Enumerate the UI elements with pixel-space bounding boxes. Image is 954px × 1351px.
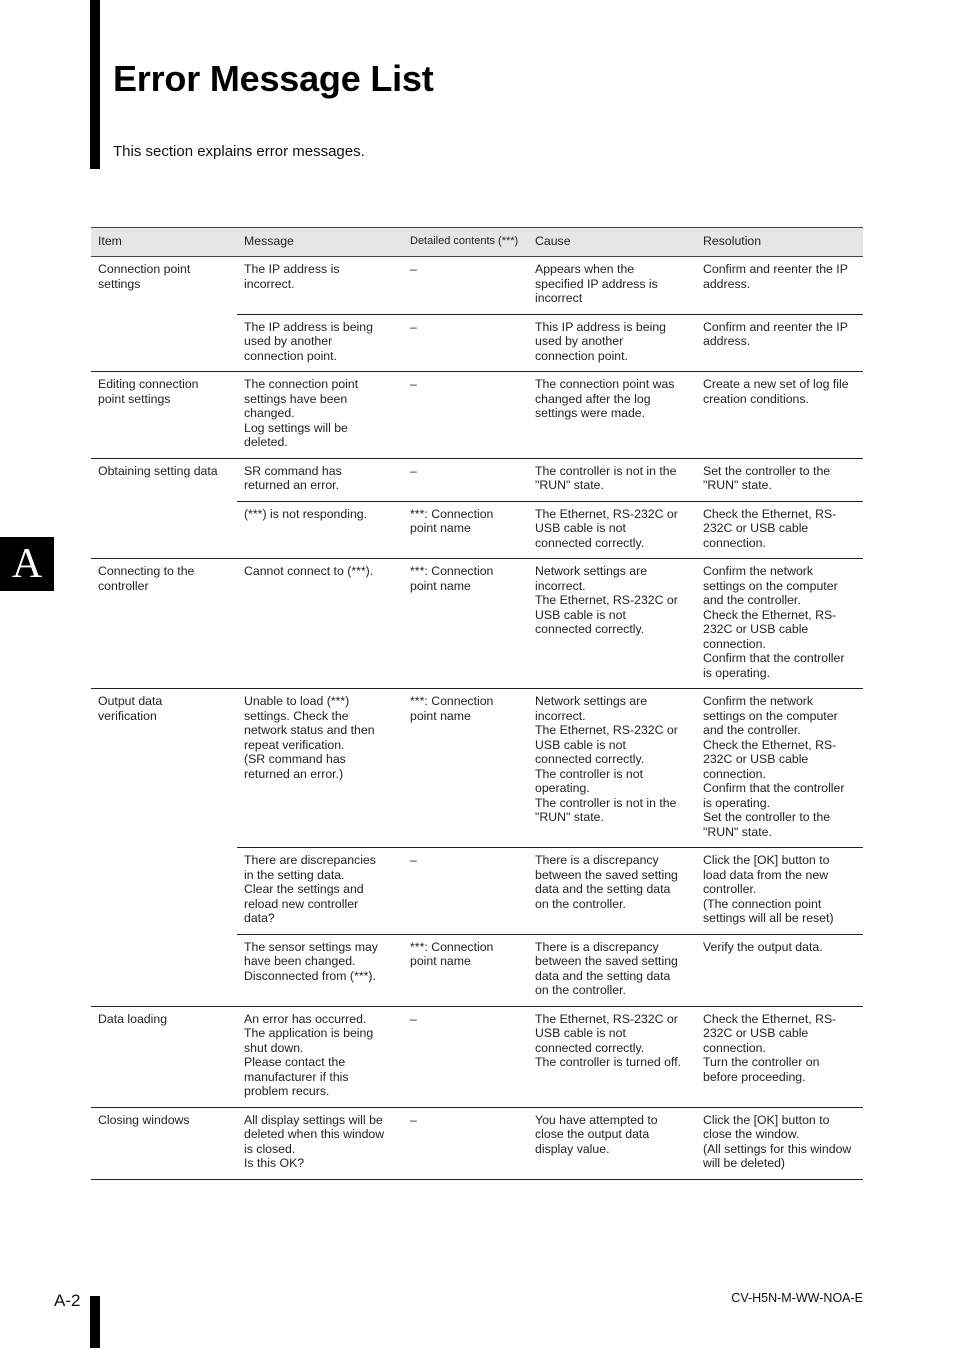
- cell-cause: Network settings are incorrect. The Ethe…: [528, 688, 696, 848]
- cell-message: There are discrepancies in the setting d…: [237, 847, 401, 935]
- cell-resolution: Confirm the network settings on the comp…: [696, 558, 863, 689]
- appendix-tab: A: [0, 537, 54, 591]
- table-row: Output data verification Unable to load (…: [91, 688, 863, 1007]
- page-number: A-2: [54, 1291, 81, 1310]
- cell-detailed-contents: –: [401, 847, 528, 935]
- header-item: Item: [91, 227, 237, 257]
- cell-detailed-contents: ***: Connection point name: [401, 558, 528, 689]
- cell-cause: There is a discrepancy between the saved…: [528, 847, 696, 935]
- cell-cause: You have attempted to close the output d…: [528, 1107, 696, 1180]
- cell-message: The IP address is being used by another …: [237, 314, 401, 372]
- cell-cause: Network settings are incorrect. The Ethe…: [528, 558, 696, 689]
- cell-message: (***) is not responding.: [237, 501, 401, 559]
- cell-item: Output data verification: [91, 688, 237, 1007]
- cell-detailed-contents: ***: Connection point name: [401, 501, 528, 559]
- header-detailed-contents: Detailed contents (***): [401, 227, 528, 257]
- cell-item: Obtaining setting data: [91, 458, 237, 559]
- cell-message: All display settings will be deleted whe…: [237, 1107, 401, 1180]
- cell-cause: The connection point was changed after t…: [528, 371, 696, 459]
- table-row: Closing windows All display settings will…: [91, 1107, 863, 1180]
- cell-resolution: Confirm the network settings on the comp…: [696, 688, 863, 848]
- cell-detailed-contents: –: [401, 1006, 528, 1108]
- cell-resolution: Confirm and reenter the IP address.: [696, 314, 863, 372]
- cell-item: Connecting to the controller: [91, 558, 237, 689]
- header-resolution: Resolution: [696, 227, 863, 257]
- header-message: Message: [237, 227, 401, 257]
- page-title: Error Message List: [113, 58, 434, 99]
- cell-detailed-contents: –: [401, 371, 528, 459]
- cell-message: Cannot connect to (***).: [237, 558, 401, 689]
- cell-item: Data loading: [91, 1006, 237, 1108]
- document-code: CV-H5N-M-WW-NOA-E: [731, 1291, 863, 1305]
- cell-resolution: Set the controller to the "RUN" state.: [696, 458, 863, 502]
- cell-detailed-contents: –: [401, 256, 528, 315]
- error-message-table: Item Message Detailed contents (***) Cau…: [91, 227, 863, 1180]
- intro-text: This section explains error messages.: [113, 143, 365, 160]
- cell-cause: There is a discrepancy between the saved…: [528, 934, 696, 1007]
- cell-resolution: Confirm and reenter the IP address.: [696, 256, 863, 315]
- cell-detailed-contents: –: [401, 458, 528, 502]
- cell-cause: Appears when the specified IP address is…: [528, 256, 696, 315]
- table-header-row: Item Message Detailed contents (***) Cau…: [91, 227, 863, 257]
- cell-cause: The Ethernet, RS-232C or USB cable is no…: [528, 1006, 696, 1108]
- cell-message: The IP address is incorrect.: [237, 256, 401, 315]
- cell-resolution: Create a new set of log file creation co…: [696, 371, 863, 459]
- cell-resolution: Check the Ethernet, RS- 232C or USB cabl…: [696, 501, 863, 559]
- cell-resolution: Check the Ethernet, RS- 232C or USB cabl…: [696, 1006, 863, 1108]
- table-row: Connection point settings The IP address …: [91, 256, 863, 372]
- cell-detailed-contents: –: [401, 314, 528, 372]
- cell-cause: The controller is not in the "RUN" state…: [528, 458, 696, 502]
- cell-item: Editing connection point settings: [91, 371, 237, 459]
- cell-message: The connection point settings have been …: [237, 371, 401, 459]
- cell-cause: The Ethernet, RS-232C or USB cable is no…: [528, 501, 696, 559]
- cell-message: An error has occurred. The application i…: [237, 1006, 401, 1108]
- cell-item: Closing windows: [91, 1107, 237, 1180]
- cell-detailed-contents: ***: Connection point name: [401, 688, 528, 848]
- cell-resolution: Verify the output data.: [696, 934, 863, 1007]
- footer-accent-bar: [90, 1296, 100, 1348]
- table-row: Editing connection point settings The con…: [91, 371, 863, 459]
- table-row: Connecting to the controller Cannot conne…: [91, 558, 863, 689]
- table-row: Obtaining setting data SR command has ret…: [91, 458, 863, 559]
- cell-message: SR command has returned an error.: [237, 458, 401, 502]
- cell-message: Unable to load (***) settings. Check the…: [237, 688, 401, 848]
- cell-resolution: Click the [OK] button to load data from …: [696, 847, 863, 935]
- cell-item: Connection point settings: [91, 256, 237, 372]
- table-body: Connection point settings The IP address …: [91, 256, 863, 1180]
- cell-detailed-contents: –: [401, 1107, 528, 1180]
- title-accent-bar: [90, 0, 100, 169]
- cell-cause: This IP address is being used by another…: [528, 314, 696, 372]
- cell-message: The sensor settings may have been change…: [237, 934, 401, 1007]
- header-cause: Cause: [528, 227, 696, 257]
- table-row: Data loading An error has occurred. The a…: [91, 1006, 863, 1108]
- cell-detailed-contents: ***: Connection point name: [401, 934, 528, 1007]
- cell-resolution: Click the [OK] button to close the windo…: [696, 1107, 863, 1180]
